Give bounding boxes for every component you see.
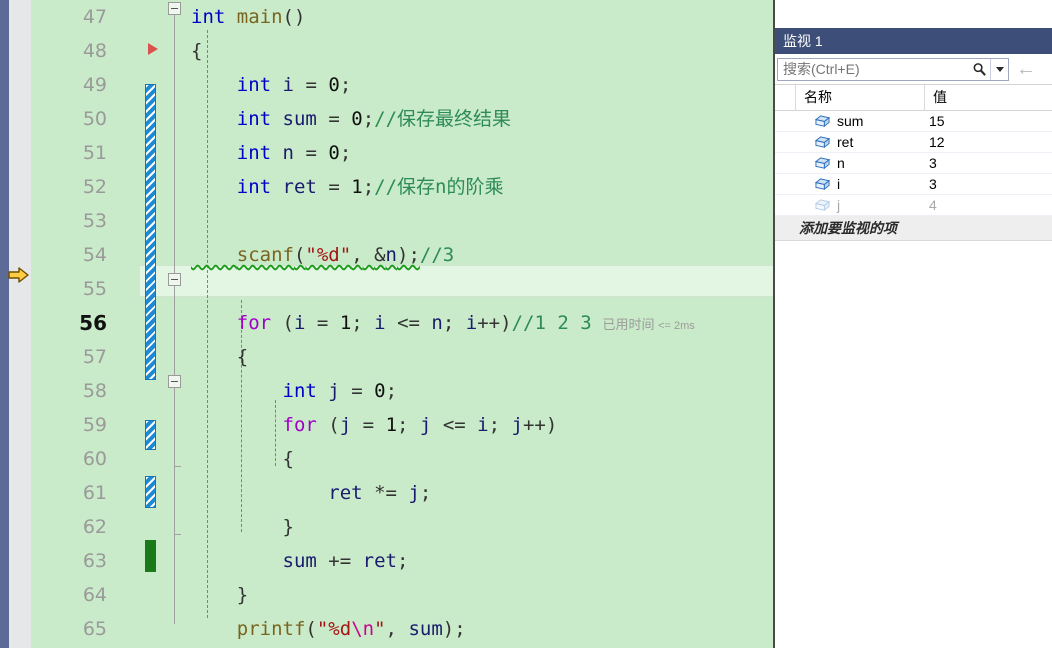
code-line-text: for (i = 1; i <= n; i++)//1 2 3 已用时间 <= … [236,312,695,334]
watch-row-name[interactable]: j [837,197,921,213]
watch-row[interactable]: ret 12 [775,132,1052,153]
line-number: 59 [82,414,107,436]
code-editor[interactable]: 47 int main() 48{49 int i = 0; 50 int sum =… [31,0,775,648]
code-line-text: { [236,346,249,368]
watch-toolbar[interactable]: ← [775,54,1052,84]
line-number: 48 [82,40,107,62]
code-line[interactable]: 49 int i = 0; [31,68,775,102]
line-number: 53 [82,210,107,232]
line-number: 64 [82,584,107,606]
code-line[interactable]: 57 { [31,340,775,374]
line-number: 50 [82,108,107,130]
code-line[interactable]: 54 scanf("%d", &n);//3 [31,238,775,272]
code-line-list: 47 int main() 48{49 int i = 0; 50 int sum =… [31,0,775,648]
code-line-text: } [282,516,294,538]
watch-row-name[interactable]: i [837,176,921,192]
code-line[interactable]: 50 int sum = 0;//保存最终结果 [31,102,775,136]
code-line[interactable]: 52 int ret = 1;//保存n的阶乘 [31,170,775,204]
code-line-text: } [236,584,249,606]
watch-row-value[interactable]: 15 [921,113,1052,129]
watch-column-header-value[interactable]: 值 [925,85,1052,110]
editor-indicator-margin[interactable] [9,0,31,648]
code-line-text: int n = 0; [236,142,352,164]
watch-panel[interactable]: 监视 1 ← 名称 值 sum15ret12n3i3j4 添加要监视的项 [775,28,1052,258]
variable-icon [775,177,837,192]
line-number: 58 [82,380,107,402]
variable-icon [775,135,837,150]
line-number: 49 [82,74,107,96]
code-line-text: int j = 0; [282,380,398,402]
code-line-text: for (j = 1; j <= i; j++) [282,414,558,436]
line-number: 47 [82,6,107,28]
code-line[interactable]: 63 sum += ret; [31,544,775,578]
watch-row-name[interactable]: ret [837,134,921,150]
line-number: 52 [82,176,107,198]
code-line[interactable]: 48 { [31,34,775,68]
watch-row-name[interactable]: sum [837,113,921,129]
code-line[interactable]: 55 [31,272,775,306]
line-number: 54 [82,244,107,266]
watch-row-value[interactable]: 12 [921,134,1052,150]
chevron-down-icon[interactable] [990,58,1008,80]
code-line[interactable]: 59 for (j = 1; j <= i; j++) [31,408,775,442]
watch-grid-header: 名称 值 [775,84,1052,111]
line-number: 57 [82,346,107,368]
watch-panel-title: 监视 1 [775,28,1052,54]
variable-icon [775,198,837,213]
code-line-text: int main() [191,6,306,28]
line-number: 51 [82,142,107,164]
screen: 47 int main() 48{49 int i = 0; 50 int sum =… [0,0,1052,648]
code-line[interactable]: 62 } [31,510,775,544]
code-line-text: { [282,448,294,470]
variable-icon [775,114,837,129]
search-box[interactable] [777,57,1009,81]
code-line-text: sum += ret; [282,550,409,572]
code-line-text: ret *= j; [328,482,432,504]
watch-header-spacer [775,85,796,110]
code-line[interactable]: 53 [31,204,775,238]
watch-column-header-name[interactable]: 名称 [796,85,925,110]
arrow-left-icon[interactable]: ← [1009,56,1043,82]
elapsed-time-adornment[interactable]: 已用时间 <= 2ms [592,317,694,332]
watch-row-name[interactable]: n [837,155,921,171]
line-number: 56 [79,311,107,335]
watch-row[interactable]: j4 [775,195,1052,216]
line-number: 63 [82,550,107,572]
execution-pointer-arrow-icon[interactable] [8,265,30,285]
variable-icon [775,156,837,171]
watch-row-value[interactable]: 3 [921,176,1052,192]
search-icon[interactable] [968,59,990,80]
watch-row[interactable]: n3 [775,153,1052,174]
code-line[interactable]: 47 int main() [31,0,775,34]
code-line-text: int sum = 0;//保存最终结果 [236,108,512,130]
code-line[interactable]: 64 } [31,578,775,612]
line-number: 55 [82,278,107,300]
watch-row[interactable]: i3 [775,174,1052,195]
watch-row[interactable]: sum 15 [775,111,1052,132]
line-number: 60 [82,448,107,470]
watch-add-item-placeholder[interactable]: 添加要监视的项 [775,216,1052,241]
code-line[interactable]: 58 int j = 0; [31,374,775,408]
watch-row-list: sum 15 ret 12 n 3 i 3 j 4 [775,111,1052,216]
line-number: 61 [82,482,107,504]
code-line[interactable]: 65 printf("%d\n", sum); [31,612,775,646]
window-left-accent-strip [0,0,9,648]
code-line[interactable]: 61 ret *= j; [31,476,775,510]
code-line-text: int ret = 1;//保存n的阶乘 [236,176,504,198]
code-line[interactable]: 56 for (i = 1; i <= n; i++)//1 2 3 已用时间 … [31,306,775,340]
watch-row-value[interactable]: 4 [921,197,1052,213]
watch-row-value[interactable]: 3 [921,155,1052,171]
code-line[interactable]: 51 int n = 0; [31,136,775,170]
code-line[interactable]: 60 { [31,442,775,476]
line-number: 62 [82,516,107,538]
code-line-text: int i = 0; [236,74,352,96]
line-number: 65 [82,618,107,640]
search-input[interactable] [778,57,968,81]
code-line-text: { [191,40,203,62]
code-line-text: scanf("%d", &n);//3 [236,244,455,266]
code-line-text: printf("%d\n", sum); [236,618,466,640]
